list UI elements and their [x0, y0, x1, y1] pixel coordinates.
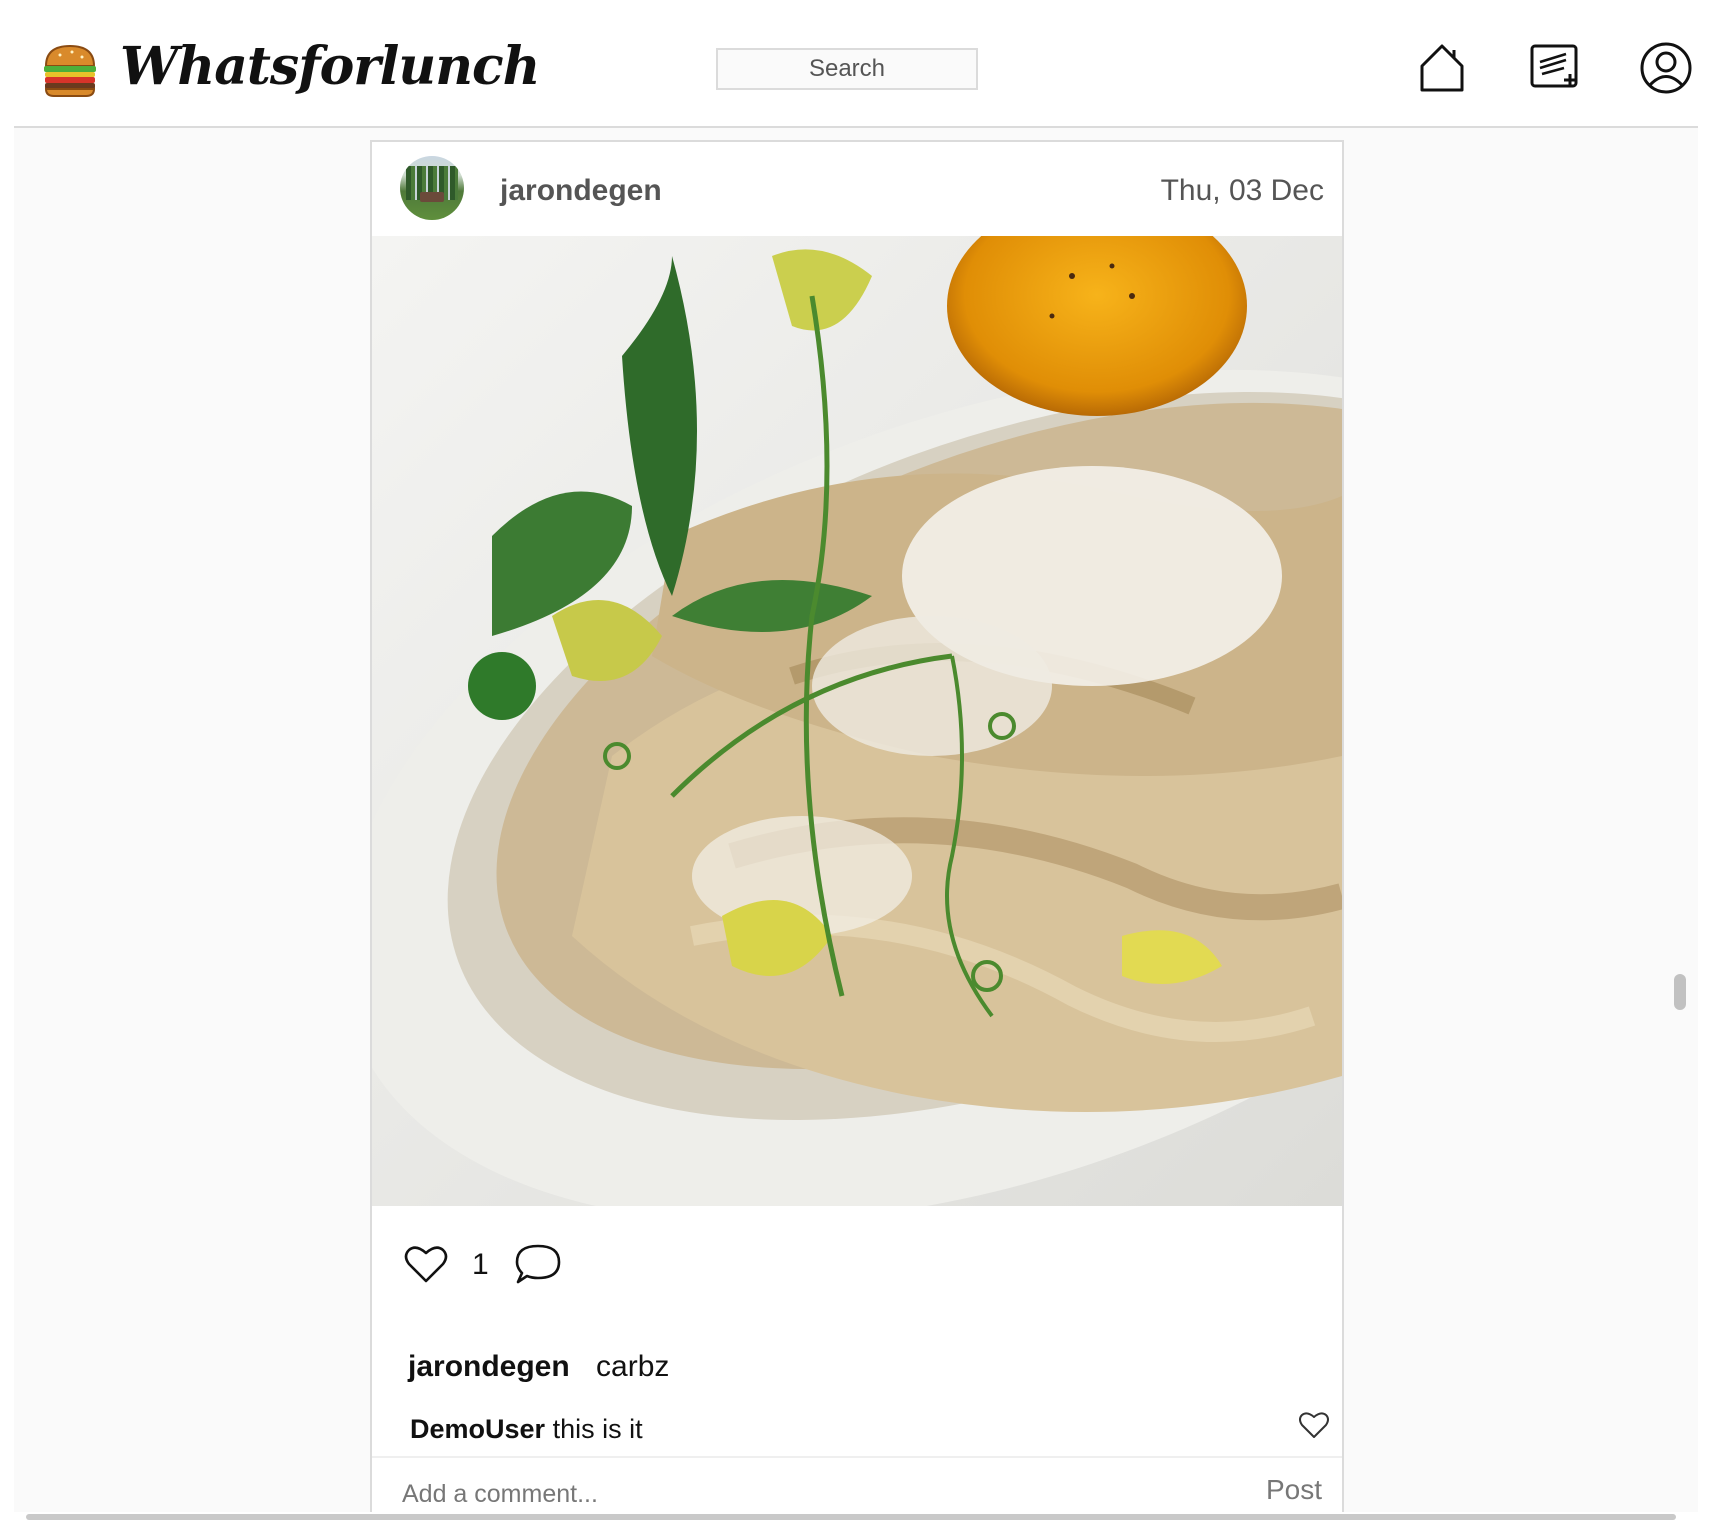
heart-icon[interactable]	[404, 1244, 448, 1284]
post-comment-button[interactable]: Post	[1266, 1474, 1322, 1506]
post-date: Thu, 03 Dec	[1160, 174, 1324, 207]
brand-logo-text[interactable]: Whatsforlunch	[120, 36, 540, 97]
page: Whatsforlunch jarondegen Thu, 03 Dec	[14, 12, 1698, 1512]
burger-logo-icon[interactable]	[40, 40, 100, 100]
caption-username[interactable]: jarondegen	[408, 1350, 570, 1383]
post-header: jarondegen Thu, 03 Dec	[372, 142, 1342, 236]
vertical-scrollbar[interactable]	[1662, 12, 1698, 1512]
avatar-van	[420, 192, 444, 202]
caption-text: carbz	[596, 1350, 670, 1383]
home-icon[interactable]	[1414, 40, 1470, 96]
post-card: jarondegen Thu, 03 Dec 1 jarondegen carb…	[370, 140, 1344, 1512]
add-comment-row: Post	[372, 1456, 1342, 1512]
comment-username[interactable]: DemoUser	[410, 1414, 545, 1444]
post-photo[interactable]	[372, 236, 1342, 1206]
pasta-dish-image	[372, 236, 1342, 1206]
comment-heart-icon[interactable]	[1298, 1410, 1330, 1440]
comment-text: this is it	[545, 1414, 643, 1444]
comment-bubble-icon[interactable]	[514, 1242, 562, 1286]
like-count: 1	[472, 1248, 489, 1281]
horizontal-scrollbar[interactable]	[14, 1512, 1698, 1524]
post-caption: jarondegen carbz	[408, 1350, 669, 1384]
avatar[interactable]	[400, 156, 464, 220]
post-actions: 1	[372, 1206, 1342, 1346]
post-author[interactable]: jarondegen	[500, 174, 662, 208]
search-input[interactable]	[716, 48, 978, 90]
comment-item: DemoUser this is it	[410, 1414, 643, 1445]
add-comment-input[interactable]	[402, 1474, 1162, 1512]
top-navbar: Whatsforlunch	[14, 12, 1698, 128]
new-post-icon[interactable]	[1526, 40, 1582, 96]
horizontal-scrollbar-thumb[interactable]	[26, 1514, 1676, 1520]
vertical-scrollbar-thumb[interactable]	[1674, 974, 1686, 1010]
